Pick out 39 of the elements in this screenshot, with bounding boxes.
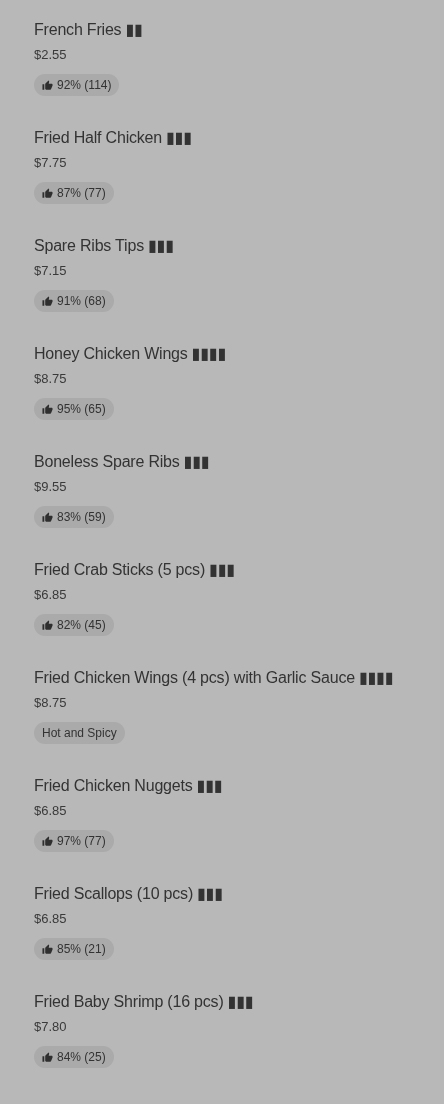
item-price: $2.55 bbox=[34, 46, 67, 64]
thumbs-up-icon bbox=[42, 403, 53, 415]
thumbs-up-icon bbox=[42, 511, 53, 523]
item-price: $6.85 bbox=[34, 586, 67, 604]
thumbs-up-icon bbox=[42, 943, 53, 955]
item-name: Fried Scallops (10 pcs) ▮▮▮ bbox=[34, 884, 224, 904]
rating-text: 84% (25) bbox=[57, 1050, 106, 1064]
item-price: $7.75 bbox=[34, 154, 67, 172]
thumbs-up-icon bbox=[42, 295, 53, 307]
rating-text: 91% (68) bbox=[57, 294, 106, 308]
item-price: $9.55 bbox=[34, 478, 67, 496]
rating-text: 95% (65) bbox=[57, 402, 106, 416]
rating-text: 87% (77) bbox=[57, 186, 106, 200]
item-price: $6.85 bbox=[34, 910, 67, 928]
item-price: $7.80 bbox=[34, 1018, 67, 1036]
rating-text: 85% (21) bbox=[57, 942, 106, 956]
item-name: Fried Chicken Nuggets ▮▮▮ bbox=[34, 776, 223, 796]
rating-text: 83% (59) bbox=[57, 510, 106, 524]
item-name: French Fries ▮▮ bbox=[34, 20, 143, 40]
thumbs-up-icon bbox=[42, 1051, 53, 1063]
rating-text: 97% (77) bbox=[57, 834, 106, 848]
item-price: $8.75 bbox=[34, 694, 67, 712]
item-name: Fried Baby Shrimp (16 pcs) ▮▮▮ bbox=[34, 992, 254, 1012]
rating-text: 82% (45) bbox=[57, 618, 106, 632]
tag-badge: Hot and Spicy bbox=[34, 722, 125, 744]
rating-text: 92% (114) bbox=[57, 78, 112, 92]
item-name: Fried Chicken Wings (4 pcs) with Garlic Sauce ▮▮▮▮ bbox=[34, 668, 394, 688]
item-name: Honey Chicken Wings ▮▮▮▮ bbox=[34, 344, 227, 364]
thumbs-up-icon bbox=[42, 187, 53, 199]
thumbs-up-icon bbox=[42, 619, 53, 631]
item-price: $8.75 bbox=[34, 370, 67, 388]
item-name: Fried Crab Sticks (5 pcs) ▮▮▮ bbox=[34, 560, 236, 580]
thumbs-up-icon bbox=[42, 835, 53, 847]
item-price: $6.85 bbox=[34, 802, 67, 820]
item-name: Boneless Spare Ribs ▮▮▮ bbox=[34, 452, 210, 472]
item-name: Fried Half Chicken ▮▮▮ bbox=[34, 128, 193, 148]
thumbs-up-icon bbox=[42, 79, 53, 91]
item-name: Spare Ribs Tips ▮▮▮ bbox=[34, 236, 174, 256]
item-price: $7.15 bbox=[34, 262, 67, 280]
